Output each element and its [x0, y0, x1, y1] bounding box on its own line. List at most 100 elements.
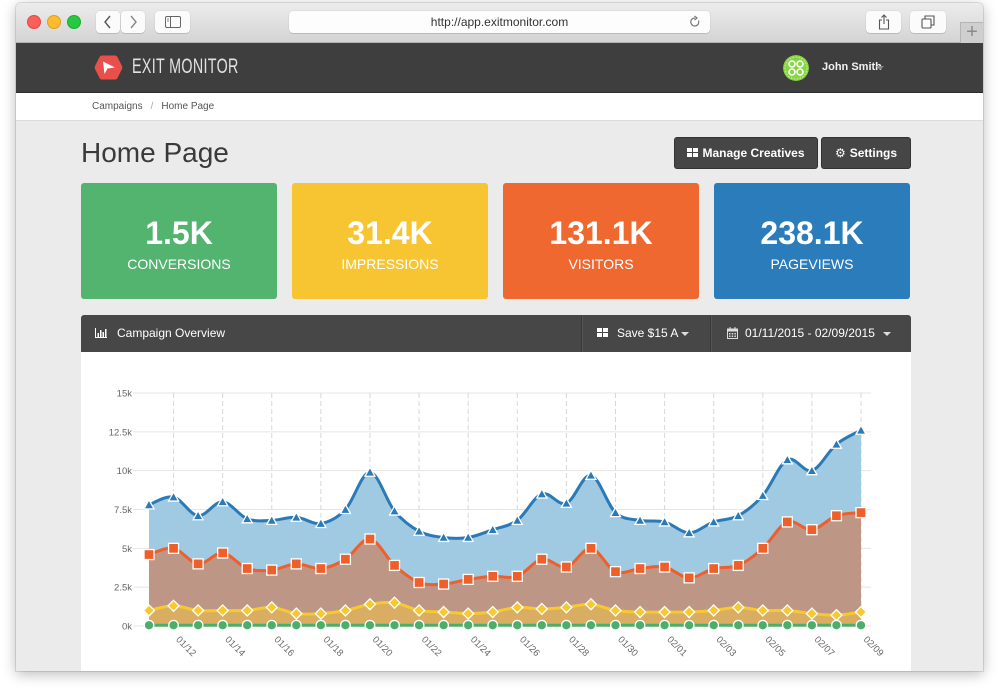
campaign-select-value: Save $15 A — [617, 326, 679, 340]
marker-visitors — [192, 558, 204, 570]
x-tick-label: 01/16 — [272, 634, 297, 659]
marker-visitors — [855, 506, 867, 519]
breadcrumb-separator: / — [150, 101, 154, 112]
campaign-overview-chart: 0k 2.5k 5k 7.5k 10k 12.5k 15k 01/12 01/14 01/16 01… — [109, 389, 886, 659]
marker-visitors — [217, 547, 229, 559]
marker-conversions — [560, 619, 572, 631]
marker-visitors — [143, 548, 155, 561]
panel-title: Campaign Overview — [117, 326, 226, 340]
breadcrumb-item-current: Home Page — [161, 101, 215, 112]
stat-label: VISITORS — [568, 256, 634, 272]
y-tick-label: 12.5k — [109, 427, 132, 438]
y-tick-label: 0k — [122, 622, 132, 633]
brand-name[interactable]: EXIT MONITOR — [132, 55, 239, 79]
chevron-down-icon — [883, 332, 891, 336]
x-tick-label: 01/12 — [173, 634, 198, 659]
marker-visitors — [339, 553, 352, 565]
minimize-window-button[interactable] — [47, 15, 61, 29]
marker-visitors — [757, 542, 769, 554]
y-tick-label: 10k — [117, 466, 133, 477]
user-menu-caret-icon[interactable] — [876, 66, 884, 70]
marker-pageviews — [363, 465, 377, 477]
maximize-window-button[interactable] — [67, 15, 81, 29]
x-tick-label: 02/09 — [861, 634, 886, 659]
marker-conversions — [438, 619, 450, 631]
marker-visitors — [388, 559, 401, 572]
grid-icon — [687, 148, 699, 157]
page-title: Home Page — [81, 137, 229, 168]
new-tab-button[interactable]: + — [960, 22, 983, 43]
marker-visitors — [732, 559, 744, 572]
manage-creatives-button[interactable]: Manage Creatives — [674, 137, 818, 169]
marker-conversions — [708, 619, 720, 631]
app-navbar: EXIT MONITOR John Smith — [16, 43, 983, 93]
logo-icon[interactable] — [94, 54, 123, 81]
marker-visitors — [609, 565, 622, 578]
stat-card-conversions[interactable]: 1.5K CONVERSIONS — [81, 183, 277, 299]
marker-visitors — [167, 542, 180, 554]
breadcrumb-item-campaigns[interactable]: Campaigns — [92, 101, 143, 112]
marker-conversions — [487, 619, 499, 631]
sidebar-toggle-button[interactable] — [155, 11, 190, 33]
campaign-select-dropdown[interactable]: Save $15 A — [582, 315, 710, 352]
share-icon — [878, 14, 889, 30]
stat-value: 131.1K — [549, 215, 653, 251]
stat-card-pageviews[interactable]: 238.1K PAGEVIEWS — [714, 183, 910, 299]
breadcrumb: Campaigns / Home Page — [92, 93, 214, 120]
stat-value: 238.1K — [760, 215, 864, 251]
share-button[interactable] — [866, 11, 901, 33]
address-bar[interactable]: http://app.exitmonitor.com — [289, 11, 710, 33]
grid-icon — [597, 328, 608, 337]
marker-conversions — [511, 619, 523, 631]
marker-conversions — [339, 619, 351, 631]
calendar-icon — [727, 327, 738, 339]
chevron-down-icon — [681, 332, 689, 336]
stat-label: CONVERSIONS — [127, 256, 231, 272]
avatar-pattern-icon — [783, 55, 809, 81]
panel-header: Campaign Overview Save $15 A 01/11/2015 … — [81, 315, 911, 352]
marker-conversions — [855, 619, 867, 631]
marker-visitors — [806, 524, 818, 536]
marker-conversions — [781, 619, 793, 631]
marker-visitors — [511, 570, 523, 582]
close-window-button[interactable] — [27, 15, 41, 29]
marker-visitors — [290, 558, 302, 570]
marker-conversions — [634, 619, 646, 631]
marker-visitors — [560, 561, 573, 573]
date-range-picker[interactable]: 01/11/2015 - 02/09/2015 — [711, 315, 911, 352]
y-tick-label: 7.5k — [114, 505, 132, 516]
chevron-left-icon — [104, 15, 111, 29]
x-tick-label: 02/03 — [714, 634, 739, 659]
marker-visitors — [830, 510, 843, 522]
marker-conversions — [757, 619, 769, 631]
reload-icon[interactable] — [689, 15, 701, 29]
marker-conversions — [143, 619, 155, 631]
marker-visitors — [241, 562, 253, 575]
stat-card-impressions[interactable]: 31.4K IMPRESSIONS — [292, 183, 488, 299]
date-range-value: 01/11/2015 - 02/09/2015 — [745, 326, 875, 340]
marker-conversions — [806, 619, 818, 631]
chevron-right-icon — [130, 15, 137, 29]
x-tick-label: 01/24 — [468, 634, 493, 659]
tabs-icon — [921, 15, 935, 29]
marker-conversions — [536, 619, 548, 631]
marker-visitors — [634, 562, 646, 575]
user-name[interactable]: John Smith — [822, 61, 882, 73]
marker-conversions — [290, 619, 302, 631]
marker-visitors — [781, 516, 793, 528]
bar-chart-icon — [95, 328, 107, 338]
marker-conversions — [683, 619, 695, 631]
forward-button[interactable] — [121, 11, 145, 33]
marker-conversions — [462, 619, 474, 631]
marker-visitors — [658, 561, 671, 573]
marker-conversions — [413, 619, 425, 631]
x-tick-label: 01/18 — [321, 634, 346, 659]
tabs-overview-button[interactable] — [910, 11, 946, 33]
stat-card-visitors[interactable]: 131.1K VISITORS — [503, 183, 699, 299]
back-button[interactable] — [96, 11, 120, 33]
area-layer — [149, 430, 861, 626]
settings-button[interactable]: ⚙ Settings — [821, 137, 911, 169]
user-avatar[interactable] — [783, 55, 809, 81]
x-tick-label: 01/30 — [615, 634, 640, 659]
marker-conversions — [585, 619, 597, 631]
